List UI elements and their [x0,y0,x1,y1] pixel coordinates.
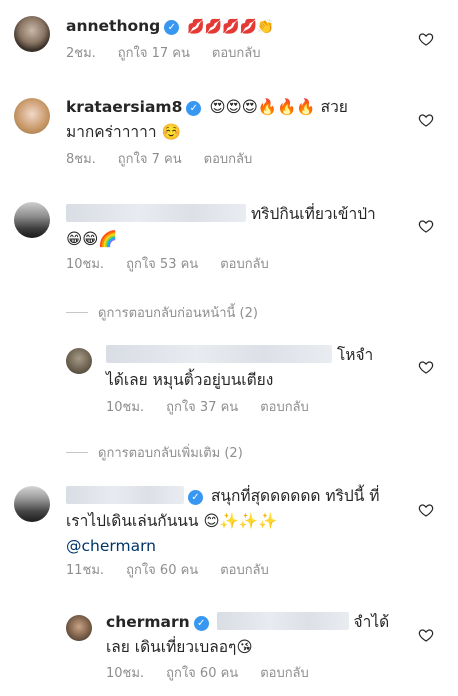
reply-button[interactable]: ตอบกลับ [204,152,253,167]
reply-button[interactable]: ตอบกลับ [260,400,309,415]
user-mention-link[interactable]: @chermarn [66,537,156,555]
comment-text: 💋💋💋💋👏 [187,19,275,35]
comment-item: annethong ✓ 💋💋💋💋👏 2ชม. ถูกใจ 17 คน ตอบกลับ [0,0,458,80]
avatar[interactable] [66,615,92,641]
comment-text-continued: เลย เดินเที่ยวเบลอๆ😘 [106,638,253,656]
comment-text: ทริปกินเที่ยวเข้าป่า [250,205,376,223]
avatar[interactable] [14,486,50,522]
likes-count[interactable]: ถูกใจ 7 คน [118,152,182,167]
view-previous-replies-label: ดูการตอบกลับก่อนหน้านี้ (2) [98,306,258,321]
reply-button[interactable]: ตอบกลับ [260,666,309,681]
comment-text-continued: 😁😁🌈 [66,230,118,248]
blurred-username [66,204,246,222]
avatar[interactable] [14,16,50,52]
comment-item: ทริปกินเที่ยวเข้าป่า 😁😁🌈 10ชม. ถูกใจ 53 ค… [0,190,458,290]
heart-icon[interactable] [418,218,434,234]
verified-badge-icon: ✓ [164,20,180,35]
comment-time: 10ชม. [106,400,145,415]
heart-icon[interactable] [418,359,434,375]
comment-item: krataersiam8 ✓ 😍😍😍🔥🔥🔥 สวย มากคร่าาาาา ☺️ … [0,80,458,170]
comment-username[interactable]: chermarn [106,613,190,631]
comment-time: 8ชม. [66,152,96,167]
heart-icon[interactable] [418,627,434,643]
blurred-username [66,486,184,504]
likes-count[interactable]: ถูกใจ 60 คน [126,563,198,578]
comment-time: 10ชม. [66,257,105,272]
likes-count[interactable]: ถูกใจ 17 คน [118,46,190,61]
heart-icon[interactable] [418,31,434,47]
blurred-username [106,345,332,363]
comment-username[interactable]: krataersiam8 [66,98,182,116]
likes-count[interactable]: ถูกใจ 53 คน [126,257,198,272]
comment-text-continued: ได้เลย หมุนติ้วอยู่บนเตียง [106,371,274,389]
divider-line [66,312,88,313]
comment-time: 10ชม. [106,666,145,681]
likes-count[interactable]: ถูกใจ 37 คน [166,400,238,415]
view-more-replies-button[interactable]: ดูการตอบกลับเพิ่มเติม (2) [66,442,243,463]
avatar[interactable] [14,98,50,134]
comment-text: 😍😍😍🔥🔥🔥 สวย [209,98,348,116]
avatar[interactable] [66,348,92,374]
heart-icon[interactable] [418,112,434,128]
comment-text-continued: เราไปเดินเล่นกันนน 😊✨✨✨ [66,512,278,530]
reply-button[interactable]: ตอบกลับ [212,46,261,61]
verified-badge-icon: ✓ [186,101,202,116]
comment-text-continued: มากคร่าาาาา ☺️ [66,123,181,141]
view-previous-replies-button[interactable]: ดูการตอบกลับก่อนหน้านี้ (2) [66,302,258,323]
comment-username[interactable]: annethong [66,17,160,35]
comment-text: จำได้ [353,613,390,631]
heart-icon[interactable] [418,502,434,518]
reply-item: chermarn ✓ จำได้ เลย เดินเที่ยวเบลอๆ😘 10ช… [0,605,458,696]
view-more-replies-label: ดูการตอบกลับเพิ่มเติม (2) [98,446,243,461]
likes-count[interactable]: ถูกใจ 60 คน [166,666,238,681]
reply-item: โหจำ ได้เลย หมุนติ้วอยู่บนเตียง 10ชม. ถูก… [0,335,458,425]
verified-badge-icon: ✓ [188,490,203,505]
blurred-username [216,612,349,630]
divider-line [66,452,88,453]
reply-item: ✓ สนุกที่สุดดดดดด ทริปนี้ ที่ เราไปเดินเ… [0,480,458,590]
reply-button[interactable]: ตอบกลับ [220,257,269,272]
verified-badge-icon: ✓ [193,616,209,631]
comment-text: สนุกที่สุดดดดดด ทริปนี้ ที่ [210,487,380,505]
reply-button[interactable]: ตอบกลับ [220,563,269,578]
comment-text: โหจำ [336,346,374,364]
avatar[interactable] [14,202,50,238]
comment-time: 2ชม. [66,46,96,61]
comment-time: 11ชม. [66,563,105,578]
